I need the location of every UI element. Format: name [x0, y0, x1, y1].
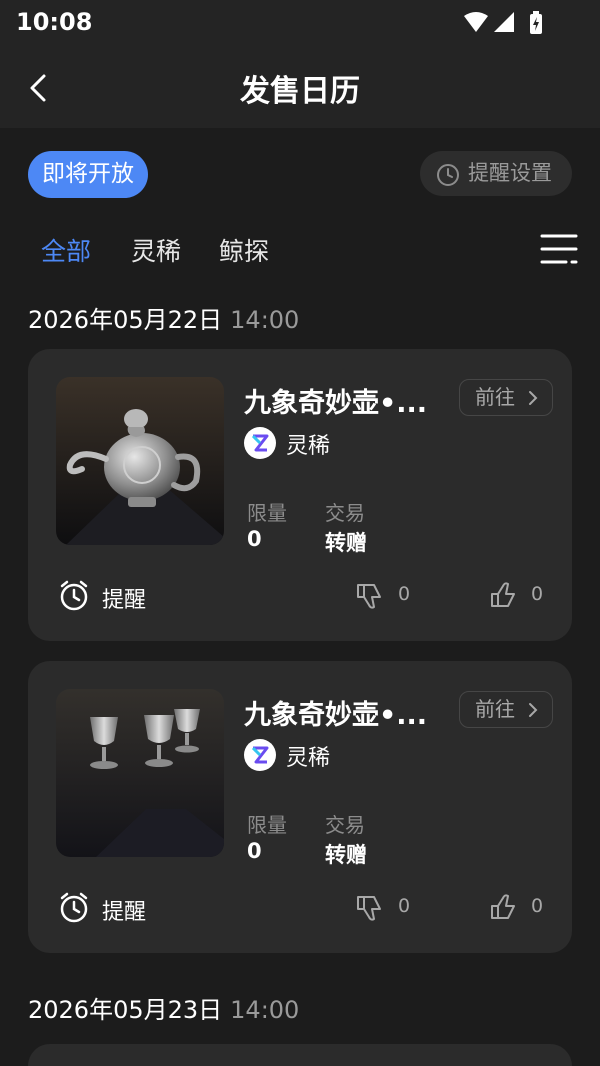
remind-button[interactable]: 提醒	[102, 894, 146, 926]
wifi-icon	[464, 12, 488, 32]
platform-logo-icon	[244, 739, 276, 771]
nav-bar: 发售日历	[0, 48, 600, 128]
chevron-right-icon	[529, 703, 538, 717]
sort-filter-icon[interactable]	[540, 232, 578, 266]
platform-name: 灵稀	[286, 434, 331, 459]
alarm-clock-icon[interactable]	[58, 891, 90, 923]
tab-all[interactable]: 全部	[41, 232, 91, 268]
like-count: 0	[531, 895, 544, 917]
product-title: 九象奇妙壶•...	[244, 388, 428, 419]
date-header: 2026年05月22日 14:00	[28, 300, 299, 335]
remind-button[interactable]: 提醒	[102, 582, 146, 614]
product-title: 九象奇妙壶•...	[244, 700, 428, 731]
thumbs-down-icon[interactable]	[354, 893, 384, 923]
product-image-goblets	[56, 689, 224, 857]
reminder-settings-button[interactable]: 提醒设置	[420, 151, 572, 196]
thumbs-down-icon[interactable]	[354, 581, 384, 611]
reminder-settings-label: 提醒设置	[468, 161, 552, 185]
goto-button[interactable]: 前往	[459, 691, 553, 728]
date-time: 14:00	[230, 306, 300, 334]
chevron-right-icon	[529, 391, 538, 405]
trade-label: 交易	[325, 501, 365, 525]
product-image-teapot	[56, 377, 224, 545]
sale-card[interactable]: 九象奇妙壶•... 前往 灵稀 限量 0 交易 转赠 提醒 0 0	[28, 661, 572, 953]
upcoming-filter-button[interactable]: 即将开放	[28, 151, 148, 198]
dislike-count: 0	[398, 583, 411, 605]
dislike-count: 0	[398, 895, 411, 917]
limit-value: 0	[247, 527, 262, 551]
limit-label: 限量	[247, 501, 287, 525]
page-title: 发售日历	[240, 74, 360, 109]
signal-icon	[494, 12, 514, 32]
thumbs-up-icon[interactable]	[488, 892, 518, 922]
tab-jingtan[interactable]: 鲸探	[219, 232, 269, 268]
trade-value: 转赠	[325, 531, 367, 555]
battery-icon	[530, 11, 542, 34]
status-time: 10:08	[16, 8, 93, 36]
platform-name: 灵稀	[286, 746, 331, 771]
alarm-clock-icon[interactable]	[58, 579, 90, 611]
limit-label: 限量	[247, 813, 287, 837]
date-header: 2026年05月23日 14:00	[28, 990, 299, 1025]
trade-value: 转赠	[325, 843, 367, 867]
alarm-clock-icon	[437, 164, 459, 186]
trade-label: 交易	[325, 813, 365, 837]
sale-card[interactable]: 九象奇妙壶•... 前往 灵稀 限量 0 交易 转赠 提醒 0 0	[28, 349, 572, 641]
thumbs-up-icon[interactable]	[488, 580, 518, 610]
platform-logo-icon	[244, 427, 276, 459]
like-count: 0	[531, 583, 544, 605]
goto-label: 前往	[475, 385, 515, 409]
goto-label: 前往	[475, 697, 515, 721]
sale-card-partial[interactable]	[28, 1044, 572, 1066]
date-text: 2026年05月23日	[28, 996, 223, 1024]
status-bar: 10:08	[0, 0, 600, 48]
date-time: 14:00	[230, 996, 300, 1024]
goto-button[interactable]: 前往	[459, 379, 553, 416]
status-icons	[464, 11, 542, 34]
tab-lingxi[interactable]: 灵稀	[131, 232, 181, 268]
date-text: 2026年05月22日	[28, 306, 223, 334]
limit-value: 0	[247, 839, 262, 863]
